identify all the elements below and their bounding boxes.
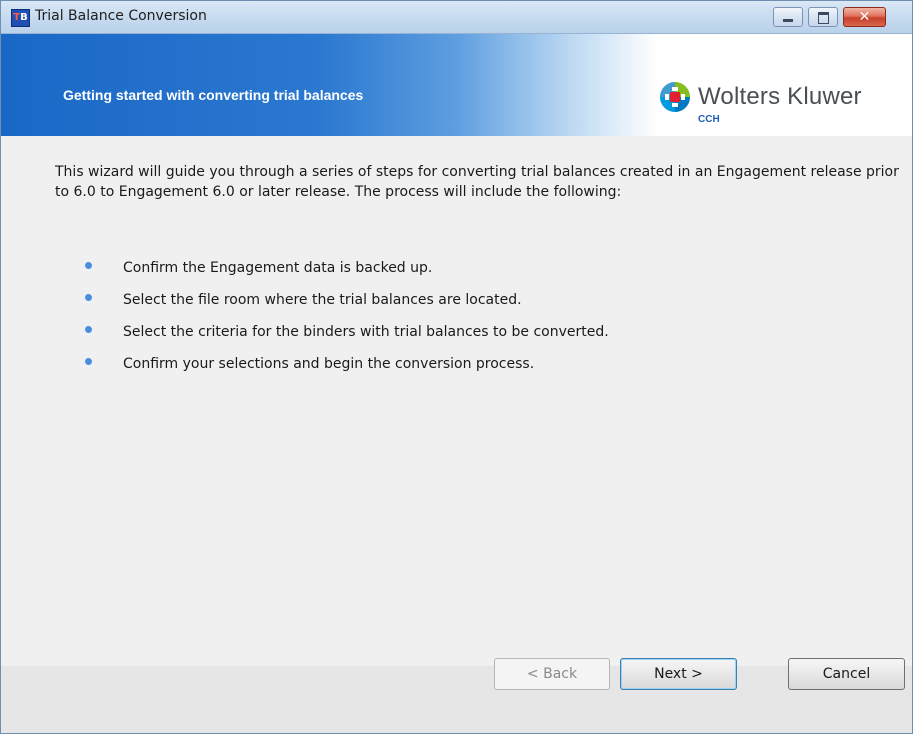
app-icon[interactable]: TB — [11, 9, 30, 27]
next-button[interactable]: Next > — [620, 658, 737, 690]
banner-title: Getting started with converting trial ba… — [63, 87, 364, 103]
minimize-icon — [783, 19, 793, 22]
logo-text: Wolters Kluwer — [698, 83, 862, 110]
close-icon: ✕ — [858, 9, 871, 25]
bullet-icon — [85, 294, 92, 301]
wizard-footer — [1, 666, 912, 733]
window-title: Trial Balance Conversion — [35, 8, 207, 24]
step-text: Select the file room where the trial bal… — [123, 292, 522, 308]
wizard-banner: Getting started with converting trial ba… — [1, 34, 912, 136]
bullet-icon — [85, 326, 92, 333]
step-text: Confirm your selections and begin the co… — [123, 356, 535, 372]
close-button[interactable]: ✕ — [843, 7, 886, 27]
step-text: Select the criteria for the binders with… — [123, 324, 609, 340]
wolters-kluwer-logo: Wolters Kluwer CCH — [658, 80, 888, 140]
bullet-icon — [85, 262, 92, 269]
logo-subtext: CCH — [698, 114, 720, 125]
wolters-kluwer-logo-icon — [660, 82, 690, 112]
cancel-button[interactable]: Cancel — [788, 658, 905, 690]
back-button[interactable]: < Back — [494, 658, 610, 690]
wizard-content: This wizard will guide you through a ser… — [1, 136, 912, 666]
maximize-button[interactable] — [808, 7, 838, 27]
step-text: Confirm the Engagement data is backed up… — [123, 260, 433, 276]
maximize-icon — [818, 12, 829, 24]
bullet-icon — [85, 358, 92, 365]
minimize-button[interactable] — [773, 7, 803, 27]
wizard-window: TB Trial Balance Conversion ✕ Getting st… — [0, 0, 913, 734]
intro-text: This wizard will guide you through a ser… — [55, 164, 899, 200]
title-bar[interactable]: TB Trial Balance Conversion ✕ — [1, 1, 912, 34]
